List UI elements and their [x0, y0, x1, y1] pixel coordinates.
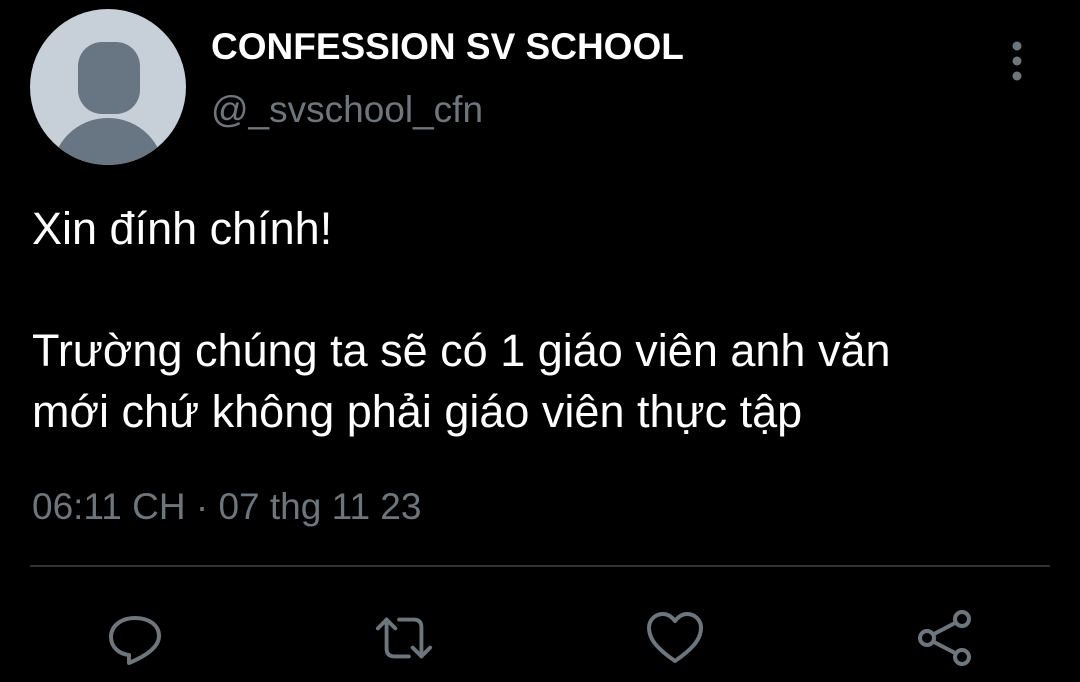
share-button[interactable]: [915, 608, 975, 668]
display-name[interactable]: CONFESSION SV SCHOOL: [211, 26, 684, 68]
default-avatar-icon: [52, 42, 164, 165]
reply-button[interactable]: [105, 608, 165, 668]
tweet-date: 07 thg 11 23: [218, 486, 422, 527]
reply-icon: [109, 616, 161, 665]
more-vertical-icon: [1012, 41, 1022, 81]
tweet-paragraph: Trường chúng ta sẽ có 1 giáo viên anh vă…: [32, 325, 891, 437]
more-options-button[interactable]: [1000, 38, 1034, 84]
user-handle[interactable]: @_svschool_cfn: [211, 89, 483, 131]
share-icon: [918, 610, 971, 666]
tweet-timestamp[interactable]: 06:11 CH · 07 thg 11 23: [32, 486, 421, 528]
meta-separator: ·: [195, 486, 209, 527]
retweet-icon: [375, 617, 433, 659]
divider: [30, 565, 1050, 567]
tweet-time: 06:11 CH: [32, 486, 186, 527]
retweet-button[interactable]: [374, 608, 434, 668]
tweet-paragraph: Xin đính chính!: [32, 203, 333, 254]
avatar[interactable]: [30, 9, 186, 165]
heart-icon: [647, 612, 703, 663]
tweet-text: Xin đính chính! Trường chúng ta sẽ có 1 …: [32, 198, 1062, 442]
like-button[interactable]: [645, 608, 705, 668]
